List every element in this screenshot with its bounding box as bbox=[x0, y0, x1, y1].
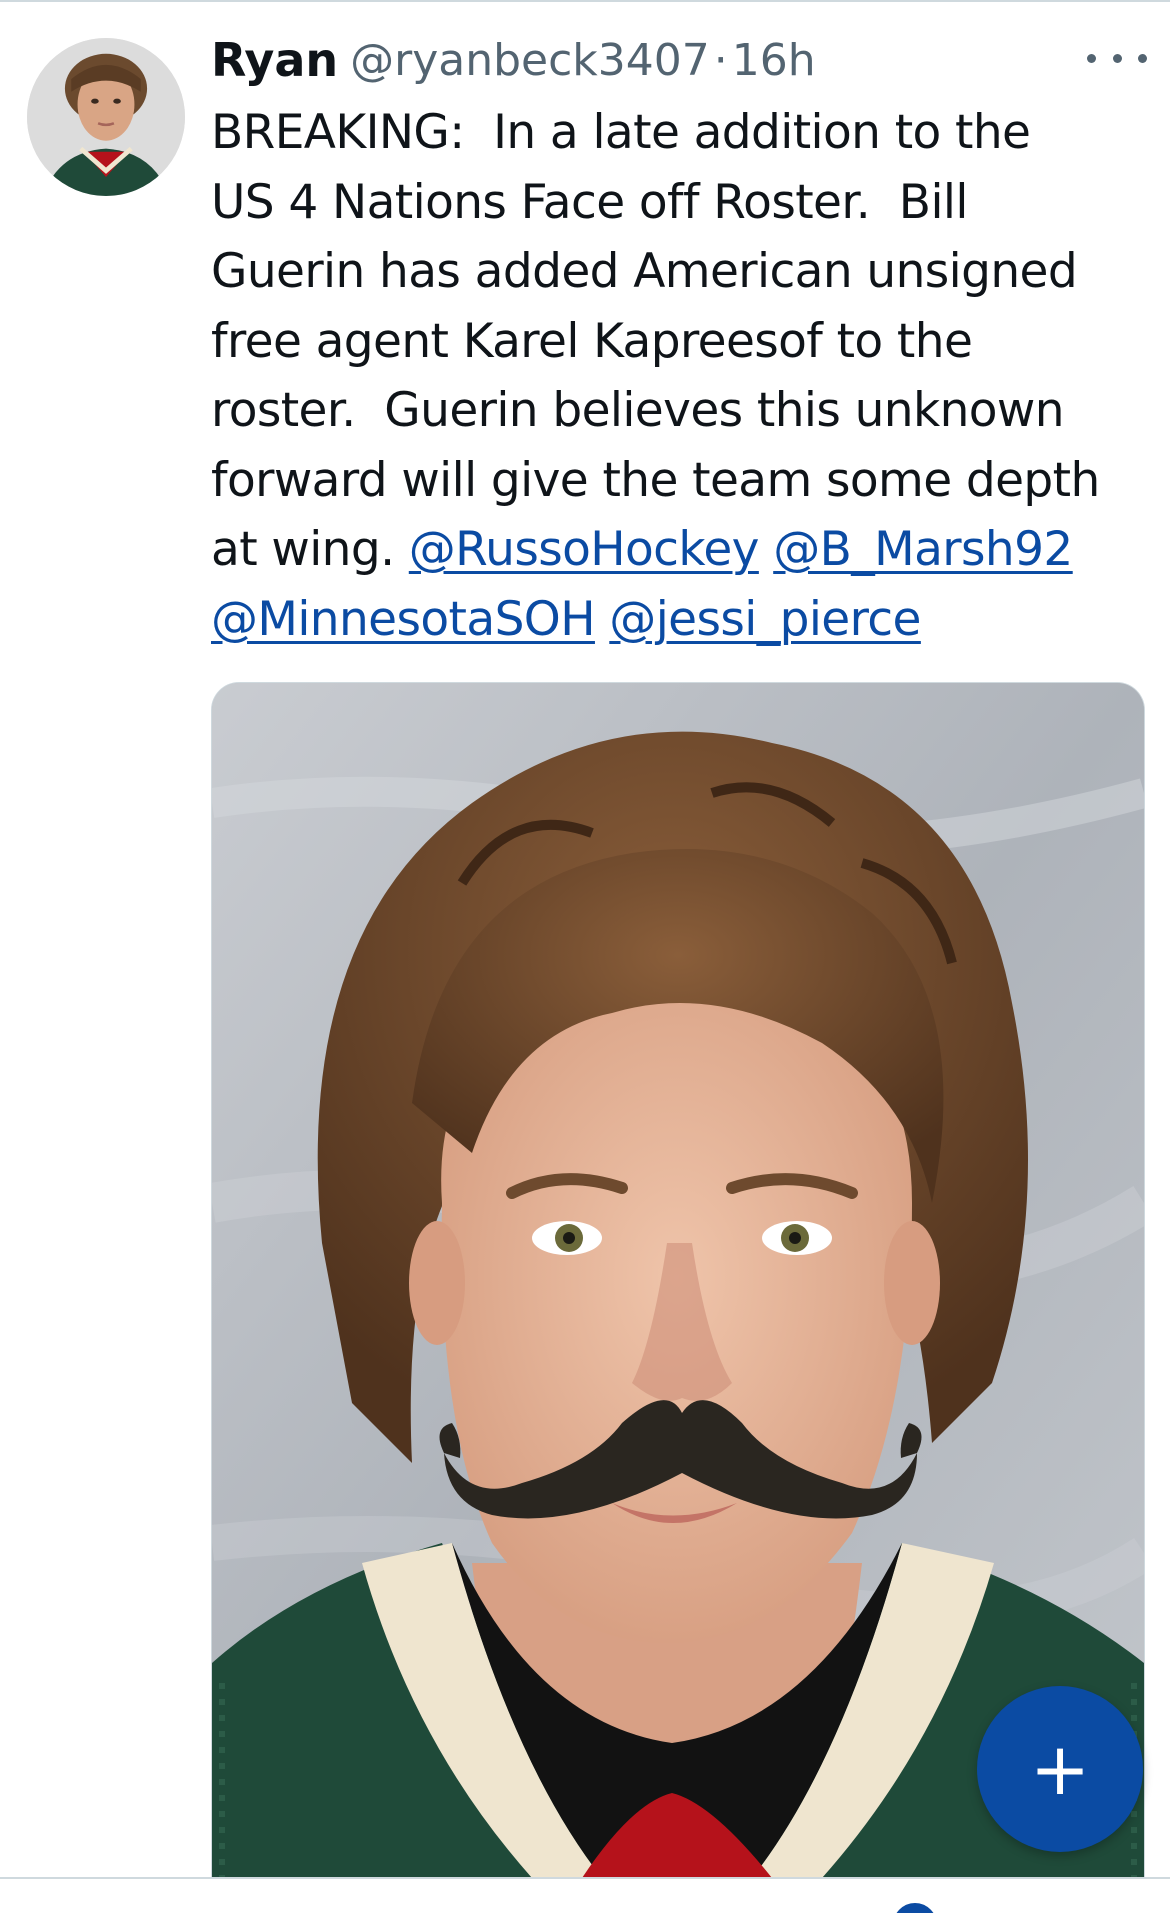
author-handle[interactable]: @ryanbeck3407 bbox=[350, 35, 710, 86]
bottom-nav-indicator[interactable] bbox=[893, 1903, 937, 1913]
tweet-text-line-mentions: @MinnesotaSOH @jessi_pierce bbox=[211, 585, 1141, 655]
compose-button[interactable]: + bbox=[977, 1686, 1143, 1852]
tweet-text-line: roster. Guerin believes this unknown bbox=[211, 383, 1065, 438]
avatar[interactable] bbox=[27, 38, 185, 196]
tweet-screen: Ryan @ryanbeck3407 · 16h BREAKING: In a … bbox=[0, 0, 1170, 1913]
tweet-text-line-last: at wing. @RussoHockey @B_Marsh92 bbox=[211, 515, 1141, 585]
tweet-text-prefix: at wing. bbox=[211, 522, 409, 577]
player-photo bbox=[212, 683, 1144, 1878]
tweet-text-line: free agent Karel Kapreesof to the bbox=[211, 313, 973, 369]
mention-link-russohockey[interactable]: @RussoHockey bbox=[409, 522, 760, 577]
tweet-header: Ryan @ryanbeck3407 · 16h bbox=[211, 28, 816, 92]
more-horizontal-icon-dot bbox=[1112, 53, 1122, 63]
mention-link-b-marsh92[interactable]: @B_Marsh92 bbox=[773, 522, 1073, 577]
tweet-text-line: forward will give the team some depth bbox=[211, 452, 1100, 508]
tweet-text-line: Guerin has added American unsigned bbox=[211, 244, 1078, 299]
tweet-text: BREAKING: In a late addition to the US 4… bbox=[211, 98, 1141, 654]
bottom-divider bbox=[0, 1877, 1170, 1879]
more-horizontal-icon-dot bbox=[1138, 53, 1147, 63]
avatar-image bbox=[27, 38, 185, 196]
author-name[interactable]: Ryan bbox=[211, 33, 338, 87]
more-horizontal-icon bbox=[1087, 53, 1096, 63]
more-options-button[interactable] bbox=[1087, 40, 1147, 76]
tweet-media-image[interactable] bbox=[211, 682, 1145, 1878]
top-divider bbox=[0, 0, 1170, 2]
tweet-text-line: BREAKING: In a late addition to the bbox=[211, 105, 1031, 160]
mention-link-jessi-pierce[interactable]: @jessi_pierce bbox=[609, 592, 921, 647]
tweet-timestamp[interactable]: 16h bbox=[732, 35, 816, 86]
tweet-text-line: US 4 Nations Face off Roster. Bill bbox=[211, 174, 968, 230]
header-separator: · bbox=[713, 34, 728, 86]
mention-link-minnesotasoh[interactable]: @MinnesotaSOH bbox=[211, 592, 596, 647]
plus-icon: + bbox=[1029, 1727, 1091, 1811]
